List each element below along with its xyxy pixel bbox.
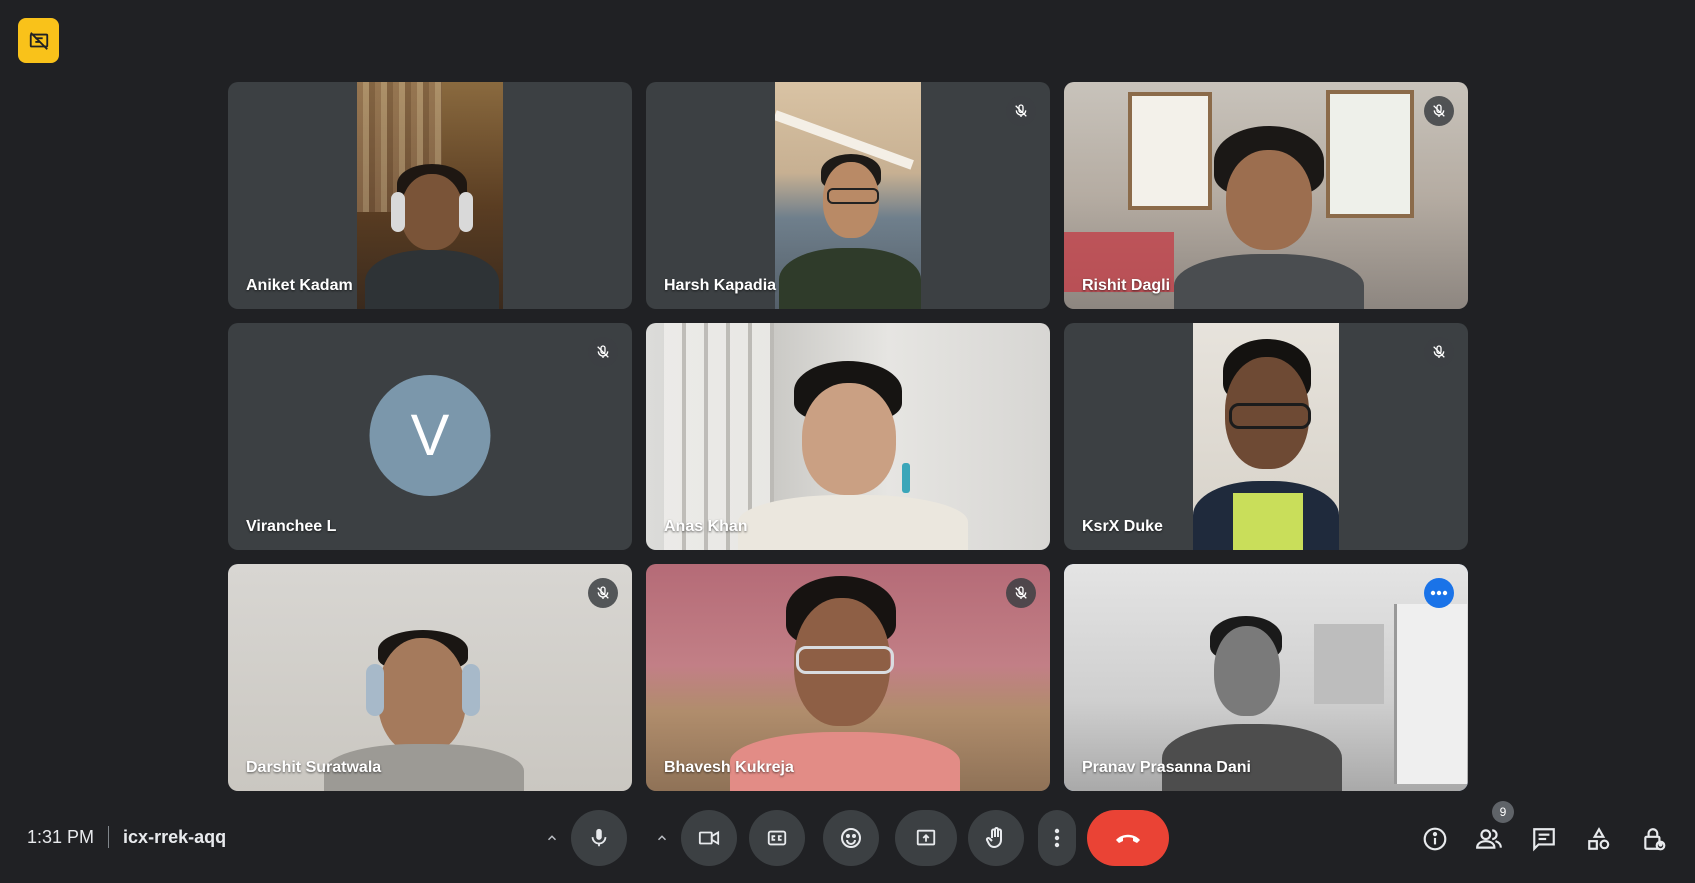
- mic-icon: [591, 828, 607, 847]
- participant-tile[interactable]: Anas Khan: [646, 323, 1050, 550]
- more-vert-icon: [1054, 828, 1060, 848]
- participant-name: Harsh Kapadia: [664, 277, 777, 294]
- participant-name: KsrX Duke: [1082, 518, 1163, 535]
- chevron-up-icon: [657, 835, 667, 841]
- participant-tile-self[interactable]: Pranav Prasanna Dani: [1064, 564, 1468, 791]
- participant-tile[interactable]: Rishit Dagli: [1064, 82, 1468, 309]
- participant-tile[interactable]: KsrX Duke: [1064, 323, 1468, 550]
- avatar: V: [369, 375, 491, 496]
- chevron-up-icon: [547, 835, 557, 841]
- end-call-icon: [1116, 834, 1140, 843]
- participant-video: [228, 564, 632, 791]
- captions-icon: [767, 830, 787, 846]
- camera-button[interactable]: [681, 810, 737, 866]
- participant-count-badge: 9: [1492, 801, 1514, 823]
- participant-tile[interactable]: Aniket Kadam: [228, 82, 632, 309]
- mic-off-icon: [1015, 586, 1027, 599]
- raise-hand-icon: [985, 827, 1002, 849]
- mic-off-icon: [1433, 345, 1445, 358]
- no-presentation-icon: [29, 31, 48, 50]
- captions-button[interactable]: [749, 810, 805, 866]
- people-button[interactable]: [1472, 822, 1506, 856]
- mic-off-indicator: [1424, 337, 1454, 367]
- mic-off-indicator: [1006, 578, 1036, 608]
- mic-off-icon: [597, 586, 609, 599]
- participant-name: Anas Khan: [664, 518, 748, 535]
- participant-tile[interactable]: Harsh Kapadia: [646, 82, 1050, 309]
- meeting-details-button[interactable]: [1418, 822, 1452, 856]
- mic-off-indicator: [588, 337, 618, 367]
- participant-video: [646, 564, 1050, 791]
- people-icon: [1476, 829, 1502, 849]
- microphone-button[interactable]: [571, 810, 627, 866]
- mic-off-indicator: [1006, 96, 1036, 126]
- chat-icon: [1533, 828, 1555, 852]
- participant-tile[interactable]: V Viranchee L: [228, 323, 632, 550]
- participant-video: [775, 82, 921, 309]
- present-now-button[interactable]: [895, 810, 957, 866]
- chat-button[interactable]: [1527, 822, 1561, 856]
- info-icon: [1423, 827, 1447, 851]
- raise-hand-button[interactable]: [968, 810, 1024, 866]
- participant-video: [1064, 82, 1468, 309]
- activities-button[interactable]: [1582, 822, 1616, 856]
- participant-name: Aniket Kadam: [246, 277, 353, 294]
- reactions-button[interactable]: [823, 810, 879, 866]
- present-icon: [916, 829, 936, 846]
- participant-name: Darshit Suratwala: [246, 759, 382, 776]
- participant-video: [357, 82, 503, 309]
- more-options-menu-button[interactable]: [1038, 810, 1076, 866]
- mic-off-indicator: [588, 578, 618, 608]
- camera-icon: [698, 830, 720, 846]
- emoji-icon: [841, 828, 861, 848]
- participant-grid: Aniket Kadam Harsh Kapadia Rishit Dagli: [228, 82, 1468, 791]
- activities-icon: [1588, 827, 1610, 850]
- leave-call-button[interactable]: [1087, 810, 1169, 866]
- participant-name: Viranchee L: [246, 518, 337, 535]
- participant-name: Bhavesh Kukreja: [664, 759, 794, 776]
- more-options-icon: [1430, 590, 1448, 596]
- participant-video: [646, 323, 1050, 550]
- mic-off-icon: [1433, 104, 1445, 117]
- participant-tile[interactable]: Bhavesh Kukreja: [646, 564, 1050, 791]
- host-controls-button[interactable]: [1637, 822, 1671, 856]
- more-options-button[interactable]: [1424, 578, 1454, 608]
- participant-name: Rishit Dagli: [1082, 277, 1171, 294]
- mic-off-icon: [597, 345, 609, 358]
- participant-name: Pranav Prasanna Dani: [1082, 759, 1251, 776]
- participant-tile[interactable]: Darshit Suratwala: [228, 564, 632, 791]
- mic-off-indicator: [1424, 96, 1454, 126]
- video-options-button[interactable]: [643, 810, 681, 866]
- audio-options-button[interactable]: [533, 810, 571, 866]
- participant-video: [1064, 564, 1468, 791]
- mic-off-icon: [1015, 104, 1027, 117]
- host-controls-icon: [1644, 828, 1666, 851]
- no-presentation-indicator[interactable]: [18, 18, 59, 63]
- participant-video: [1193, 323, 1339, 550]
